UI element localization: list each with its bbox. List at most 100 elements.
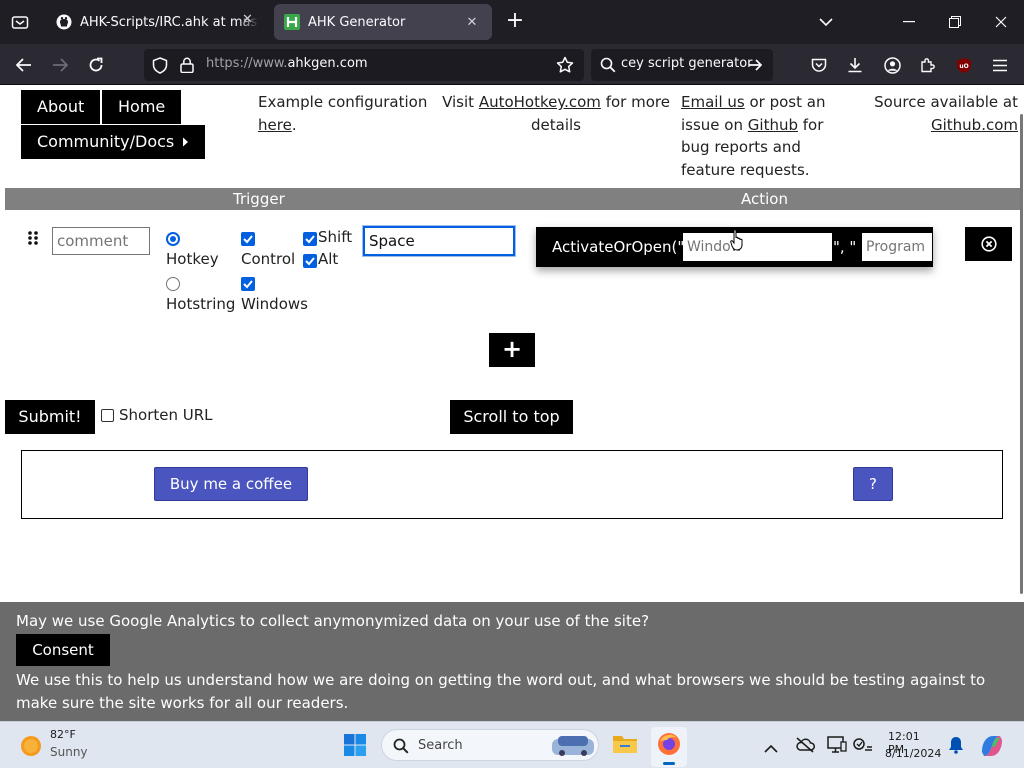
bell-icon [949,737,963,754]
taskbar-search[interactable]: Search [381,729,599,761]
tab-close-icon[interactable]: ✕ [242,12,253,27]
downloads-button[interactable] [842,52,868,78]
puzzle-icon [921,58,935,73]
show-hidden-icons-button[interactable] [764,738,780,753]
window-input[interactable] [683,233,832,261]
remove-row-button[interactable] [965,227,1012,261]
copilot-button[interactable] [978,732,1006,760]
consent-button[interactable]: Consent [16,634,110,666]
reload-button[interactable] [83,52,109,78]
feature-text: feature requests. [681,160,810,179]
windows-checkbox[interactable] [241,277,255,291]
shield-icon[interactable] [152,57,168,74]
tab-close-icon[interactable]: ✕ [462,12,482,32]
account-button[interactable] [879,52,905,78]
tab-ahk-scripts[interactable]: AHK-Scripts/IRC.ahk at master [46,4,268,40]
copilot-icon [982,736,1002,756]
network-tray-button[interactable] [853,736,873,754]
search-bar[interactable]: cey script generator [591,49,773,81]
shift-label: Shift [318,228,353,246]
email-text: or post an [749,93,826,111]
hotkey-label: Hotkey [166,250,219,268]
alt-checkbox[interactable] [303,254,317,268]
key-input[interactable] [363,226,515,256]
github-icon [56,14,72,30]
search-highlight-icon [552,736,594,756]
display-tray-button[interactable] [827,736,847,754]
consent-banner: May we use Google Analytics to collect a… [0,602,1024,721]
shorten-url-checkbox[interactable] [101,409,114,422]
support-box: Buy me a coffee ? [21,450,1003,519]
pocket-icon [811,58,827,72]
search-icon [600,57,616,73]
table-header-row: Trigger Action [5,188,1020,210]
issue-for: for [802,115,824,134]
file-explorer-taskbar-button[interactable] [611,732,639,760]
restore-icon [949,16,961,28]
email-us-link[interactable]: Email us [681,93,745,111]
hotstring-radio[interactable] [166,277,180,291]
minimize-button[interactable] [895,8,923,36]
page-scrollbar[interactable] [1018,86,1024,602]
address-bar[interactable]: https://www.ahkgen.com [144,49,584,81]
monitor-icon [827,736,847,753]
tab-ahk-generator[interactable]: AHK Generator ✕ [274,4,492,40]
hotkey-radio[interactable] [166,232,180,246]
firefox-taskbar-button[interactable] [651,727,687,767]
control-checkbox[interactable] [241,232,255,246]
shift-checkbox[interactable] [303,232,317,246]
close-icon [995,16,1007,28]
example-config-info: Example configuration here. [258,91,428,136]
checkmark-icon [243,280,253,289]
new-tab-button[interactable]: + [503,10,527,34]
scrollbar-thumb[interactable] [1020,114,1023,594]
back-button[interactable] [11,52,37,78]
arrow-right-icon [53,58,68,72]
tab-title: AHK-Scripts/IRC.ahk at master [80,14,258,30]
scroll-to-top-button[interactable]: Scroll to top [450,400,573,434]
drag-handle-icon[interactable] [26,230,40,246]
tab-list-button[interactable] [8,10,32,34]
checkmark-icon [243,235,253,244]
close-window-button[interactable] [987,8,1015,36]
list-all-tabs-button[interactable] [812,8,840,36]
cloud-off-icon [796,737,815,753]
github-issues-link[interactable]: Github [748,116,798,134]
svg-text:uO: uO [959,63,968,70]
maximize-button[interactable] [941,8,969,36]
url-text: https://www.ahkgen.com [206,56,368,71]
start-button[interactable] [343,733,367,757]
buy-coffee-button[interactable]: Buy me a coffee [154,467,308,501]
pocket-button[interactable] [806,52,832,78]
ublock-button[interactable]: uO [951,52,977,78]
weather-widget[interactable]: 82°F Sunny [14,722,114,769]
nav-home-link[interactable]: Home [102,90,182,124]
nav-community-dropdown[interactable]: Community/Docs [21,125,206,159]
plus-icon: + [505,8,525,33]
hamburger-menu-icon [993,59,1007,71]
arrow-right-icon[interactable] [748,58,763,72]
action-separator: ", " [833,238,857,256]
chevron-down-icon [819,17,833,26]
lock-icon[interactable] [180,57,194,73]
onedrive-tray-button[interactable] [795,737,815,753]
action-header: Action [741,190,788,208]
app-menu-button[interactable] [987,52,1013,78]
forward-button[interactable] [47,52,73,78]
autohotkey-link[interactable]: AutoHotkey.com [479,93,601,111]
submit-button[interactable]: Submit! [5,400,95,434]
example-here-link[interactable]: here [258,116,292,134]
comment-input[interactable] [52,227,150,255]
add-row-button[interactable]: + [489,333,535,367]
program-input[interactable] [862,233,932,261]
help-button[interactable]: ? [853,467,893,501]
extensions-button[interactable] [915,52,941,78]
clock-date: 8/11/2024 [885,747,942,760]
source-info: Source available at Github.com [860,91,1018,136]
github-source-link[interactable]: Github.com [931,116,1018,134]
visit-text: Visit [442,93,475,111]
nav-about-link[interactable]: About [21,90,101,124]
bookmark-star-icon[interactable] [556,56,574,74]
browser-tab-bar: AHK-Scripts/IRC.ahk at master ✕ AHK Gene… [0,0,1024,44]
notifications-button[interactable] [948,736,966,754]
